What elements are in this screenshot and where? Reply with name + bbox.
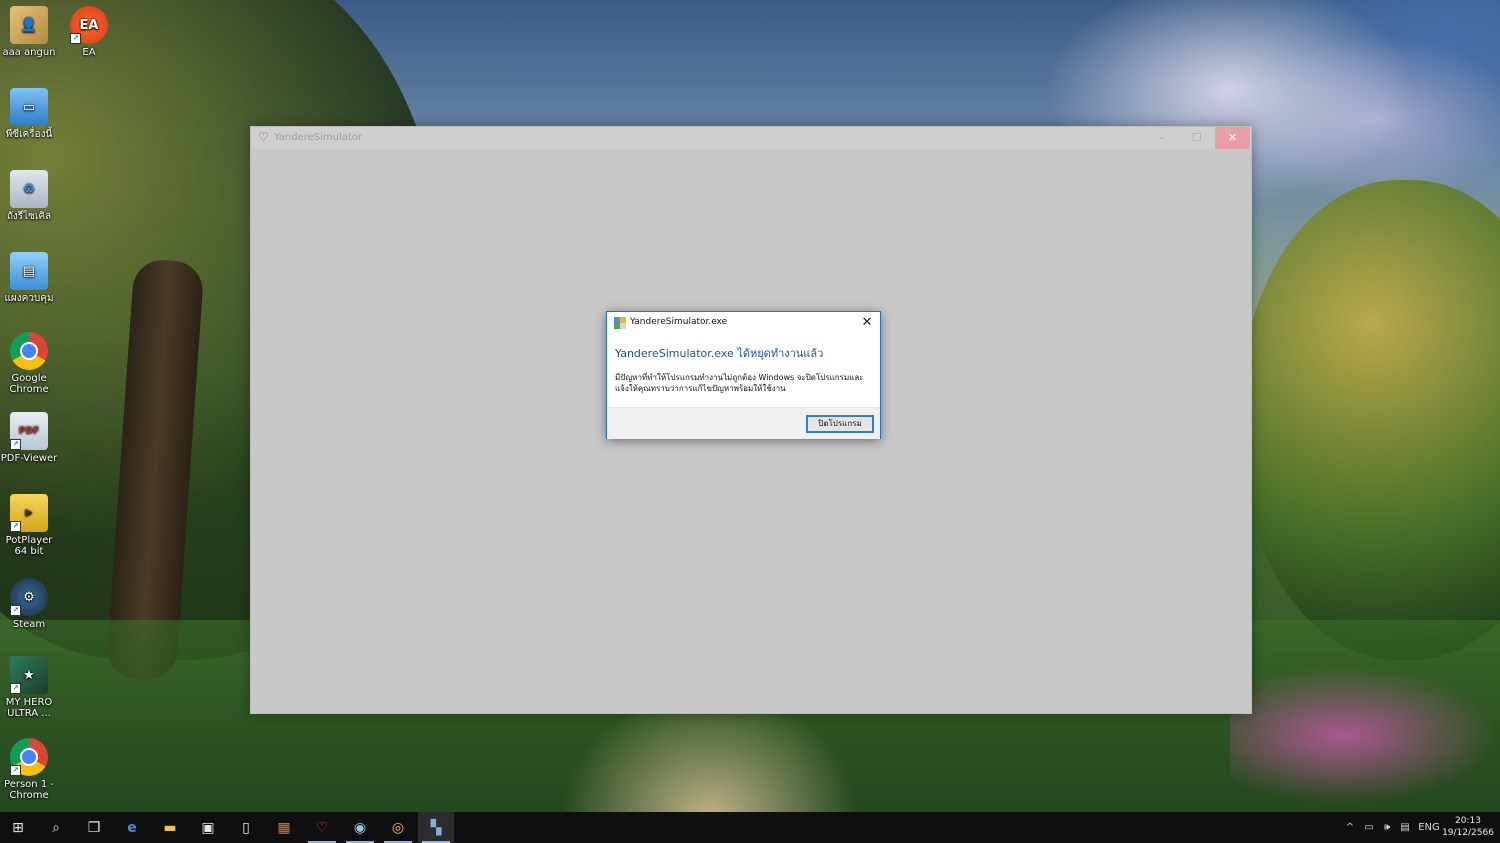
tray-language[interactable]: ENG	[1416, 812, 1442, 843]
error-reporting-icon	[614, 317, 626, 329]
desktop-icon-person-chrome[interactable]: ↗ Person 1 - Chrome	[0, 738, 60, 801]
steam-icon: ⚙ ↗	[10, 578, 48, 616]
desktop-icon-chrome[interactable]: Google Chrome	[0, 332, 60, 395]
tray-overflow-button[interactable]: ^	[1342, 812, 1358, 843]
tray-volume[interactable]: 🕪	[1378, 812, 1396, 843]
desktop-icon-pdf-viewer[interactable]: PDF ↗ PDF-Viewer	[0, 412, 60, 464]
dialog-title: YandereSimulator.exe	[630, 317, 728, 327]
desktop-icon-label: ถังรีไซเคิล	[6, 211, 52, 222]
taskbar-store[interactable]: ▣	[190, 812, 226, 843]
chrome-icon	[10, 332, 48, 370]
windows-logo-icon: ⊞	[12, 819, 24, 836]
maximize-button[interactable]: ☐	[1179, 127, 1214, 149]
desktop-icon-label: Steam	[12, 619, 46, 630]
clock-date: 19/12/2566	[1442, 828, 1494, 838]
potplayer-icon: ▶ ↗	[10, 494, 48, 532]
desktop-icon-recycle-bin[interactable]: ♻ ถังรีไซเคิล	[0, 170, 60, 222]
taskbar-error-reporting[interactable]: ▚	[418, 812, 454, 843]
desktop-icon-label: PDF-Viewer	[0, 453, 58, 464]
chevron-up-icon: ^	[1345, 822, 1355, 833]
search-button[interactable]: ⌕	[38, 812, 74, 843]
desktop-icon-control-panel[interactable]: ▤ แผงควบคุม	[0, 252, 60, 304]
ea-app-icon: EA ↗	[70, 6, 108, 44]
desktop-icon-ea[interactable]: EA ↗ EA	[58, 6, 120, 58]
app-grid-icon: ▦	[277, 819, 291, 836]
dialog-heading: YandereSimulator.exe ได้หยุดทำงานแล้ว	[615, 347, 824, 360]
control-panel-icon: ▤	[10, 252, 48, 290]
shortcut-arrow-icon: ↗	[10, 683, 21, 694]
task-view-button[interactable]: ❐	[76, 812, 112, 843]
recycle-bin-icon: ♻	[10, 170, 48, 208]
close-window-button[interactable]: ✕	[1215, 127, 1250, 149]
folder-icon: ▬	[163, 819, 177, 836]
game-icon: ★ ↗	[10, 656, 48, 694]
this-pc-icon: ▭	[10, 88, 48, 126]
language-indicator: ENG	[1418, 822, 1440, 833]
dialog-titlebar[interactable]: YandereSimulator.exe ✕	[607, 312, 880, 334]
close-program-button[interactable]: ปิดโปรแกรม	[806, 415, 874, 433]
shortcut-arrow-icon: ↗	[70, 33, 81, 44]
wallpaper-flowers	[1230, 660, 1500, 810]
desktop-icon-label: Google Chrome	[9, 373, 49, 395]
chrome-profile-icon: ↗	[10, 738, 48, 776]
task-view-icon: ❐	[87, 819, 101, 836]
shortcut-arrow-icon: ↗	[10, 765, 21, 776]
tray-clock[interactable]: 20:13 19/12/2566	[1442, 815, 1494, 839]
desktop-icon-label: PotPlayer 64 bit	[5, 535, 53, 557]
desktop-icon-user-folder[interactable]: 👤 aaa angun	[0, 6, 60, 58]
desktop-icon-label: MY HERO ULTRA ...	[5, 697, 53, 719]
yandere-icon: ♡	[315, 819, 329, 836]
steam-icon: ◉	[353, 819, 367, 836]
app-titlebar[interactable]: ♡ YandereSimulator – ☐ ✕	[251, 127, 1251, 149]
dialog-close-button[interactable]: ✕	[858, 314, 876, 332]
desktop-icon-my-hero[interactable]: ★ ↗ MY HERO ULTRA ...	[0, 656, 60, 719]
taskbar-yandere[interactable]: ♡	[304, 812, 340, 843]
document-icon: ▯	[242, 819, 250, 836]
shortcut-arrow-icon: ↗	[10, 521, 21, 532]
volume-icon: 🕪	[1383, 822, 1391, 833]
desktop-icon-this-pc[interactable]: ▭ พีซีเครื่องนี้	[0, 88, 60, 140]
desktop-icon-label: พีซีเครื่องนี้	[5, 129, 53, 140]
user-folder-icon: 👤	[10, 6, 48, 44]
taskbar-notepad[interactable]: ▯	[228, 812, 264, 843]
clock-time: 20:13	[1455, 816, 1481, 826]
store-icon: ▣	[201, 819, 215, 836]
network-icon: ▭	[1364, 822, 1374, 833]
taskbar-edge[interactable]: e	[114, 812, 150, 843]
message-icon: ▤	[1400, 822, 1410, 833]
error-dialog[interactable]: YandereSimulator.exe ✕ YandereSimulator.…	[606, 311, 881, 439]
desktop-icon-label: Person 1 - Chrome	[4, 779, 54, 801]
pdf-viewer-icon: PDF ↗	[10, 412, 48, 450]
tray-network[interactable]: ▭	[1360, 812, 1378, 843]
search-icon: ⌕	[52, 819, 60, 836]
yandere-icon: ♡	[258, 130, 269, 144]
shortcut-arrow-icon: ↗	[10, 439, 21, 450]
dialog-message: มีปัญหาที่ทำให้โปรแกรมทำงานไม่ถูกต้อง Wi…	[615, 373, 864, 393]
shortcut-arrow-icon: ↗	[10, 605, 21, 616]
edge-icon: e	[127, 819, 137, 836]
taskbar-app[interactable]: ▦	[266, 812, 302, 843]
desktop-icon-steam[interactable]: ⚙ ↗ Steam	[0, 578, 60, 630]
taskbar-file-explorer[interactable]: ▬	[152, 812, 188, 843]
desktop-icon-potplayer[interactable]: ▶ ↗ PotPlayer 64 bit	[0, 494, 60, 557]
taskbar-steam[interactable]: ◉	[342, 812, 378, 843]
app-window-title: YandereSimulator	[274, 132, 363, 143]
minimize-button[interactable]: –	[1144, 127, 1179, 149]
desktop-icon-label: EA	[82, 47, 96, 58]
chrome-icon: ◎	[391, 819, 405, 836]
taskbar: ⊞ ⌕ ❐ e ▬ ▣ ▯ ▦ ♡ ◉ ◎ ▚ ^ ▭ 🕪 ▤ ENG 20:1…	[0, 812, 1500, 843]
start-button[interactable]: ⊞	[0, 812, 36, 843]
tray-notification[interactable]: ▤	[1396, 812, 1414, 843]
error-reporting-icon: ▚	[430, 819, 442, 836]
taskbar-chrome[interactable]: ◎	[380, 812, 416, 843]
desktop-icon-label: aaa angun	[2, 47, 56, 58]
desktop-icon-label: แผงควบคุม	[4, 293, 54, 304]
dialog-footer: ปิดโปรแกรม	[607, 407, 880, 439]
